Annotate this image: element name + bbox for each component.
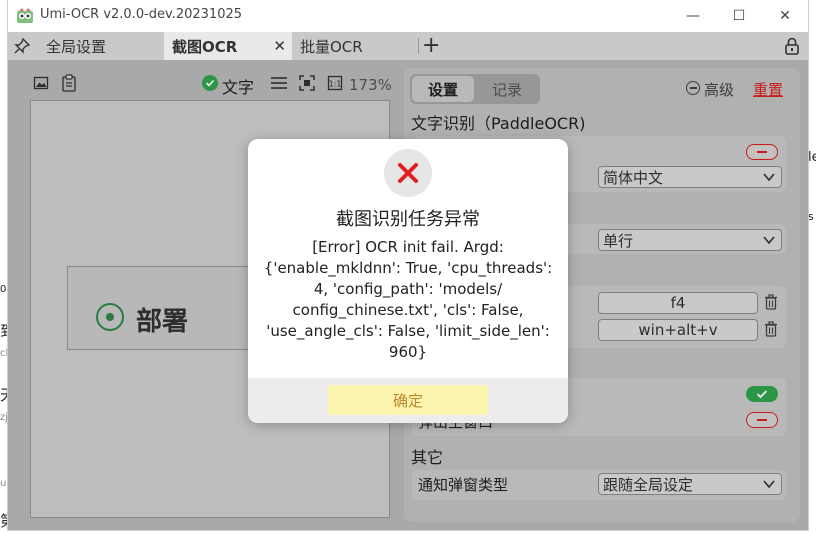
background-fragment: zj — [0, 412, 9, 423]
tab-screenshot-ocr[interactable]: 截图OCR ✕ — [164, 32, 292, 60]
error-dialog: 截图识别任务异常 [Error] OCR init fail. Argd: {'… — [248, 139, 568, 423]
close-tab-icon[interactable]: ✕ — [273, 37, 286, 55]
background-app-strip — [0, 0, 8, 539]
add-tab-button[interactable]: + — [422, 33, 440, 58]
close-window-button[interactable]: ✕ — [762, 0, 808, 32]
confirm-button[interactable]: 确定 — [328, 385, 488, 415]
title-bar[interactable]: Umi-OCR v2.0.0-dev.20231025 — ☐ ✕ — [8, 0, 808, 32]
dialog-title: 截图识别任务异常 — [336, 209, 480, 230]
tab-global-settings[interactable]: 全局设置 — [34, 32, 162, 60]
dialog-message: [Error] OCR init fail. Argd: {'enable_mk… — [263, 238, 553, 361]
lock-icon[interactable] — [784, 37, 800, 55]
minimize-button[interactable]: — — [670, 0, 716, 32]
pin-icon[interactable] — [14, 37, 31, 54]
maximize-button[interactable]: ☐ — [716, 0, 762, 32]
tab-label: 截图OCR — [172, 37, 238, 56]
dialog-footer: 确定 — [248, 378, 568, 423]
tab-batch-ocr[interactable]: 批量OCR — [294, 32, 422, 60]
app-logo-icon — [16, 7, 34, 25]
error-icon — [384, 149, 432, 197]
tab-label: 全局设置 — [46, 37, 107, 56]
tab-label: 批量OCR — [300, 37, 363, 56]
tab-divider — [418, 38, 419, 54]
background-fragment: le — [808, 150, 816, 165]
background-fragment: s — [808, 210, 814, 223]
tab-bar: 全局设置 截图OCR ✕ 批量OCR + — [8, 32, 808, 60]
window-title: Umi-OCR v2.0.0-dev.20231025 — [40, 7, 243, 22]
